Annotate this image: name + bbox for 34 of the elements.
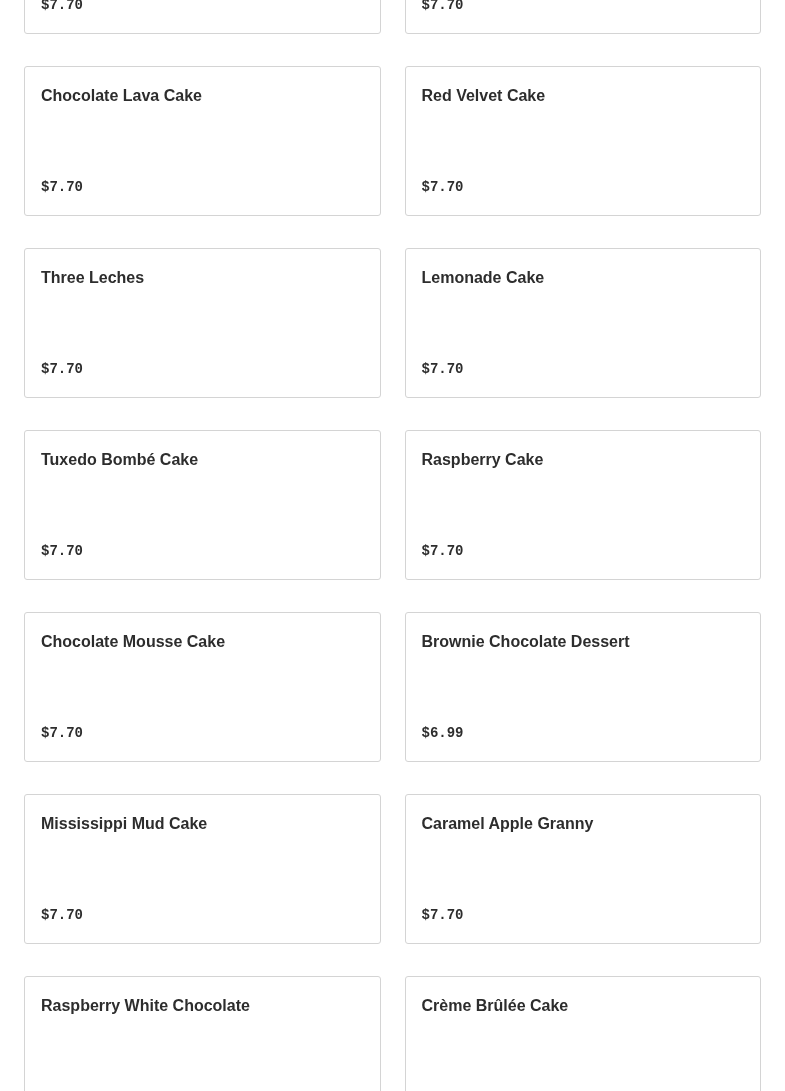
menu-item-card[interactable]: Raspberry Cake $7.70 xyxy=(404,430,761,580)
item-price: $7.70 xyxy=(41,906,84,925)
menu-item-card[interactable]: Lemonade Cake $7.70 xyxy=(404,248,761,398)
item-price: $7.70 xyxy=(41,542,84,561)
item-name: Raspberry White Chocolate xyxy=(41,996,251,1016)
item-name: Raspberry Cake xyxy=(421,450,545,470)
item-name: Caramel Apple Granny xyxy=(421,814,595,834)
item-price: $7.70 xyxy=(421,542,465,561)
menu-item-card[interactable]: Mississippi Mud Cake $7.70 xyxy=(24,794,381,944)
item-name: Red Velvet Cake xyxy=(421,86,547,106)
menu-item-card[interactable]: Brownie Chocolate Dessert $6.99 xyxy=(404,612,761,762)
menu-item-card[interactable]: Chocolate Lava Cake $7.70 xyxy=(24,66,381,216)
menu-item-card[interactable]: Three Leches $7.70 xyxy=(24,248,381,398)
item-price: $7.70 xyxy=(41,724,84,743)
item-name: Brownie Chocolate Dessert xyxy=(421,632,631,652)
menu-item-card[interactable]: Red Velvet Cake $7.70 xyxy=(404,66,761,216)
item-name: Crème Brûlée Cake xyxy=(421,996,570,1016)
menu-item-card[interactable]: Chocolate Mousse Cake $7.70 xyxy=(24,612,381,762)
item-price: $7.70 xyxy=(421,360,465,379)
item-name: Chocolate Lava Cake xyxy=(41,86,203,106)
menu-item-card[interactable]: Crème Brûlée Cake xyxy=(404,976,761,1091)
item-name: Three Leches xyxy=(41,268,146,288)
item-price: $6.99 xyxy=(421,724,465,743)
item-name: Lemonade Cake xyxy=(421,268,546,288)
menu-item-card[interactable]: Tuxedo Bombé Cake $7.70 xyxy=(24,430,381,580)
item-price: $7.70 xyxy=(421,178,465,197)
item-name: Mississippi Mud Cake xyxy=(41,814,209,834)
menu-item-card[interactable]: Caramel Apple Granny $7.70 xyxy=(404,794,761,944)
item-price: $7.70 xyxy=(41,178,84,197)
item-name: Tuxedo Bombé Cake xyxy=(41,450,200,470)
item-name: Chocolate Mousse Cake xyxy=(41,632,227,652)
item-price: $7.70 xyxy=(41,360,84,379)
menu-item-card[interactable]: Raspberry White Chocolate xyxy=(24,976,381,1091)
item-price: $7.70 xyxy=(421,906,465,925)
